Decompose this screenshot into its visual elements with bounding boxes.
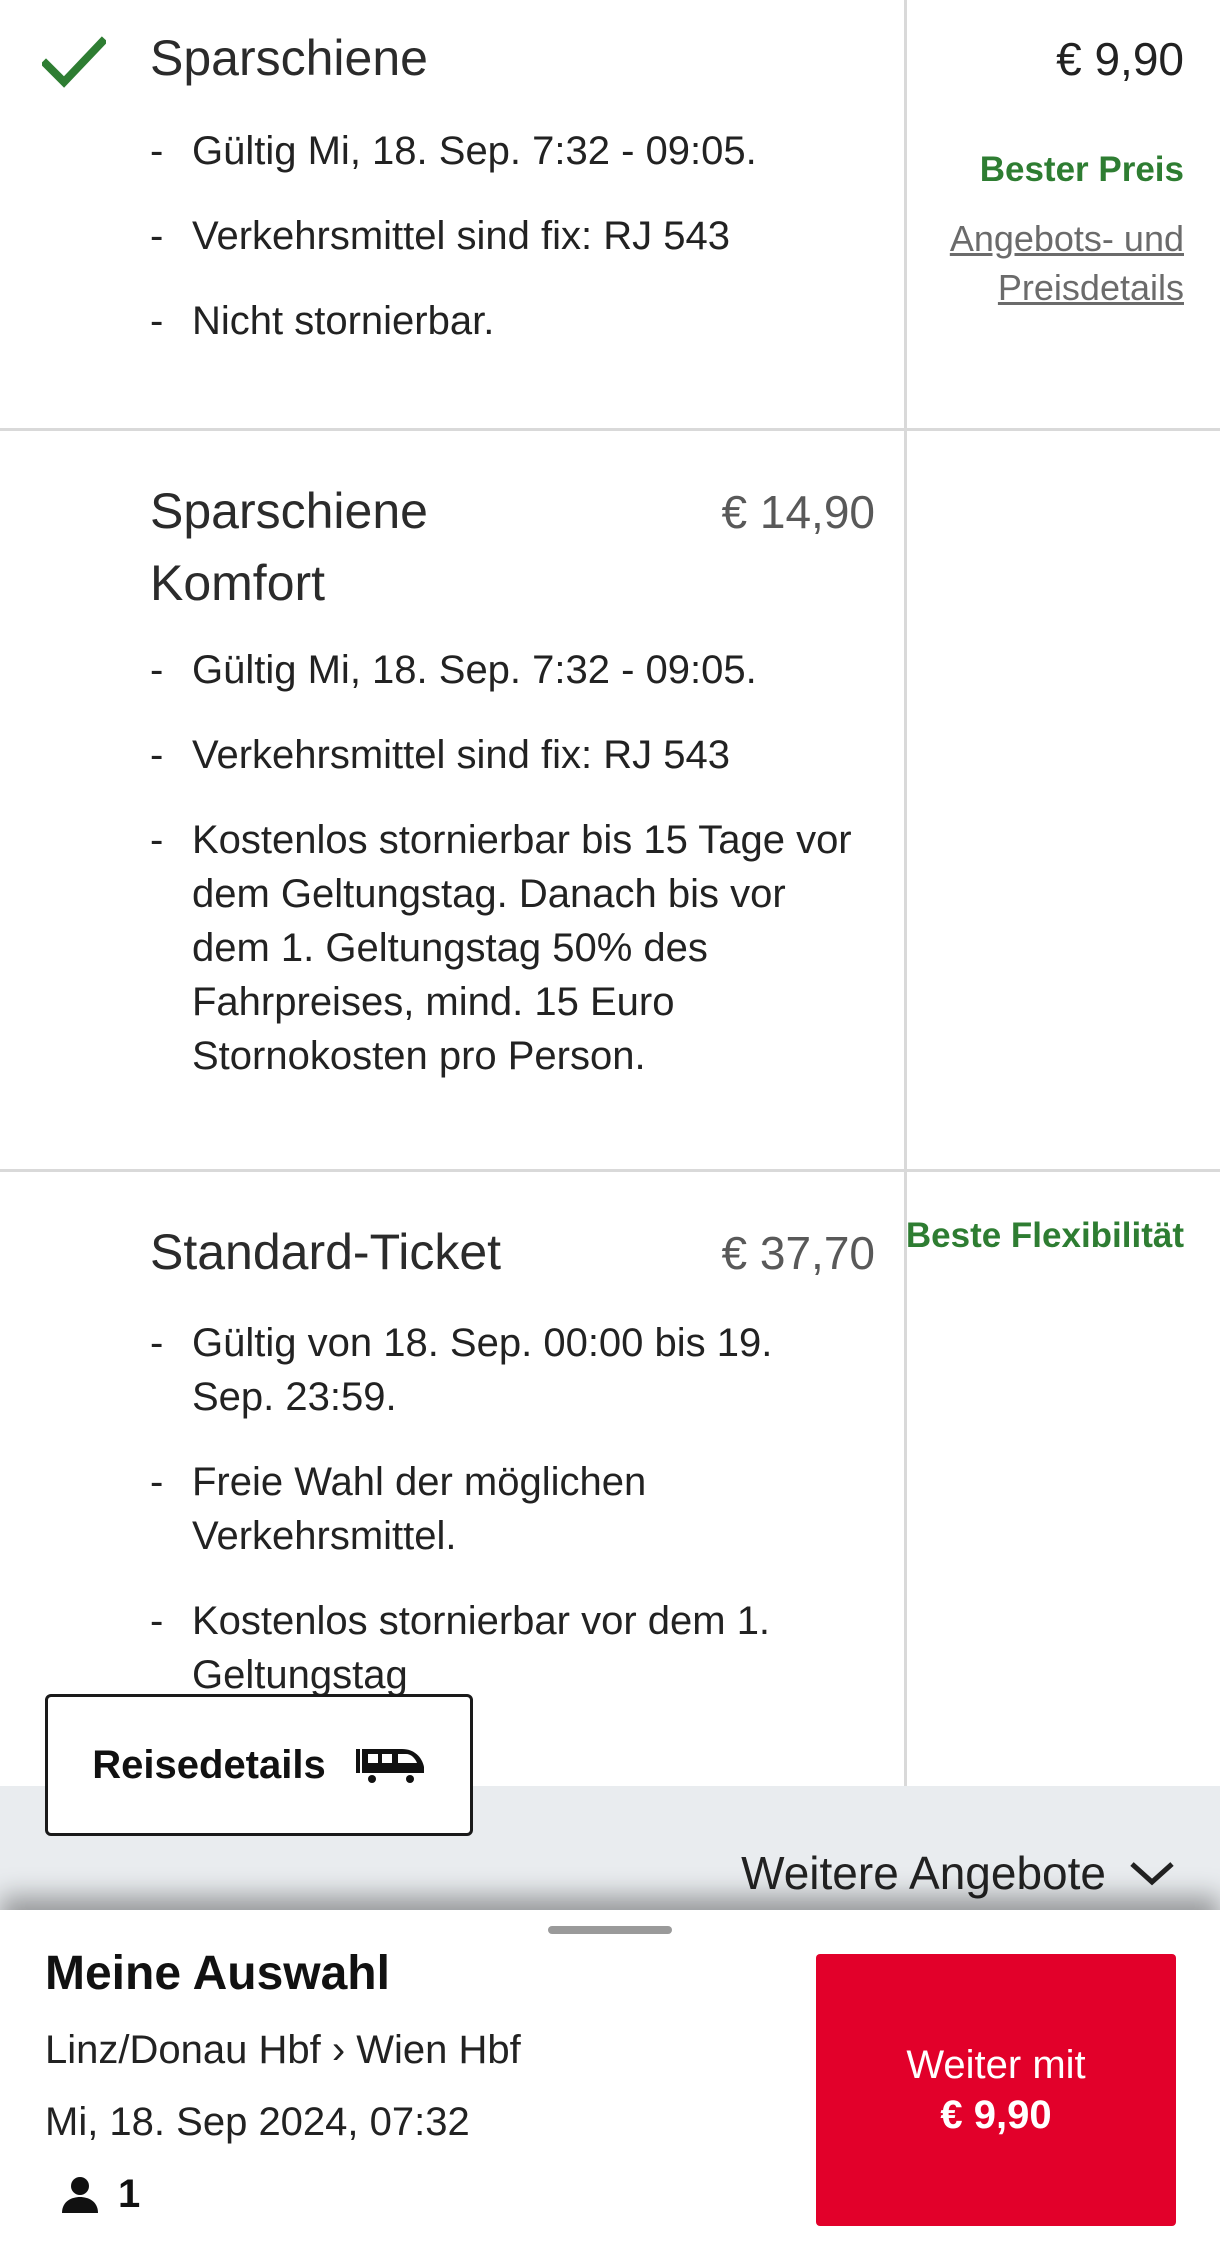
offer-bullets: - Gültig von 18. Sep. 00:00 bis 19. Sep. … — [150, 1316, 860, 1733]
bullet-text: Kostenlos stornierbar bis 15 Tage vor de… — [192, 818, 852, 1078]
bullet-item: - Gültig Mi, 18. Sep. 7:32 - 09:05. — [150, 124, 860, 178]
offer-sparschiene[interactable]: Sparschiene € 9,90 Bester Preis Angebots… — [0, 0, 1220, 431]
reisedetails-button[interactable]: Reisedetails — [45, 1694, 473, 1836]
selection-route: Linz/Donau Hbf › Wien Hbf — [45, 2028, 521, 2072]
offer-bullets: - Gültig Mi, 18. Sep. 7:32 - 09:05. - Verk… — [150, 643, 860, 1114]
offer-title: Standard-Ticket — [150, 1224, 502, 1280]
bullet-text: Verkehrsmittel sind fix: RJ 543 — [192, 733, 730, 777]
sheet-drag-handle[interactable] — [548, 1926, 672, 1934]
bullet-dash: - — [150, 214, 164, 258]
selection-sheet: Meine Auswahl Linz/Donau Hbf › Wien Hbf … — [0, 1910, 1220, 2264]
bullet-dash: - — [150, 1321, 164, 1365]
offer-price: € 9,90 — [1056, 33, 1184, 85]
selection-title: Meine Auswahl — [45, 1947, 390, 2000]
passenger-count: 1 — [60, 2172, 140, 2217]
offer-bullets: - Gültig Mi, 18. Sep. 7:32 - 09:05. - Verk… — [150, 124, 860, 379]
bullet-dash: - — [150, 1460, 164, 1504]
bullet-item: - Kostenlos stornierbar vor dem 1. Geltun… — [150, 1594, 860, 1702]
offer-title: Sparschiene — [150, 30, 428, 86]
best-price-badge: Bester Preis — [979, 150, 1184, 189]
offer-price: € 14,90 — [721, 486, 875, 538]
check-icon — [42, 36, 106, 88]
bullet-item: - Freie Wahl der möglichen Verkehrsmittel… — [150, 1455, 860, 1563]
bullet-text: Kostenlos stornierbar vor dem 1. Geltung… — [192, 1599, 771, 1697]
column-divider — [904, 0, 907, 1786]
continue-button[interactable]: Weiter mit € 9,90 — [816, 1954, 1176, 2226]
bullet-dash: - — [150, 129, 164, 173]
bullet-item: - Verkehrsmittel sind fix: RJ 543 — [150, 728, 860, 782]
bullet-item: - Nicht stornierbar. — [150, 294, 860, 348]
selection-datetime: Mi, 18. Sep 2024, 07:32 — [45, 2100, 470, 2144]
bullet-dash: - — [150, 648, 164, 692]
bullet-dash: - — [150, 299, 164, 343]
bullet-text: Verkehrsmittel sind fix: RJ 543 — [192, 214, 730, 258]
passenger-number: 1 — [118, 2172, 141, 2216]
weitere-angebote-toggle[interactable]: Weitere Angebote — [741, 1846, 1176, 1900]
continue-label: Weiter mit — [906, 2043, 1086, 2087]
weitere-angebote-label: Weitere Angebote — [741, 1847, 1106, 1899]
offer-sparschiene-komfort[interactable]: Sparschiene Komfort € 14,90 - Gültig Mi, … — [0, 431, 1220, 1172]
train-icon — [355, 1749, 424, 1783]
person-icon — [62, 2176, 98, 2213]
bullet-text: Freie Wahl der möglichen Verkehrsmittel. — [192, 1460, 647, 1558]
bullet-item: - Gültig von 18. Sep. 00:00 bis 19. Sep. … — [150, 1316, 860, 1424]
offer-title: Sparschiene Komfort — [150, 483, 428, 611]
bullet-dash: - — [150, 733, 164, 777]
bullet-text: Nicht stornierbar. — [192, 299, 495, 343]
offer-price: € 37,70 — [721, 1227, 875, 1279]
reisedetails-label: Reisedetails — [92, 1742, 326, 1787]
bullet-text: Gültig Mi, 18. Sep. 7:32 - 09:05. — [192, 129, 757, 173]
bullet-item: - Kostenlos stornierbar bis 15 Tage vor d… — [150, 813, 860, 1083]
bullet-item: - Verkehrsmittel sind fix: RJ 543 — [150, 209, 860, 263]
bullet-dash: - — [150, 1599, 164, 1643]
bullet-text: Gültig von 18. Sep. 00:00 bis 19. Sep. 2… — [192, 1321, 773, 1419]
bullet-item: - Gültig Mi, 18. Sep. 7:32 - 09:05. — [150, 643, 860, 697]
chevron-down-icon — [1130, 1862, 1174, 1886]
bullet-dash: - — [150, 818, 164, 862]
offer-details-link[interactable]: Angebots- und Preisdetails — [924, 214, 1184, 312]
best-flexibility-badge: Beste Flexibilität — [905, 1216, 1184, 1255]
bullet-text: Gültig Mi, 18. Sep. 7:32 - 09:05. — [192, 648, 757, 692]
continue-amount: € 9,90 — [940, 2093, 1052, 2137]
